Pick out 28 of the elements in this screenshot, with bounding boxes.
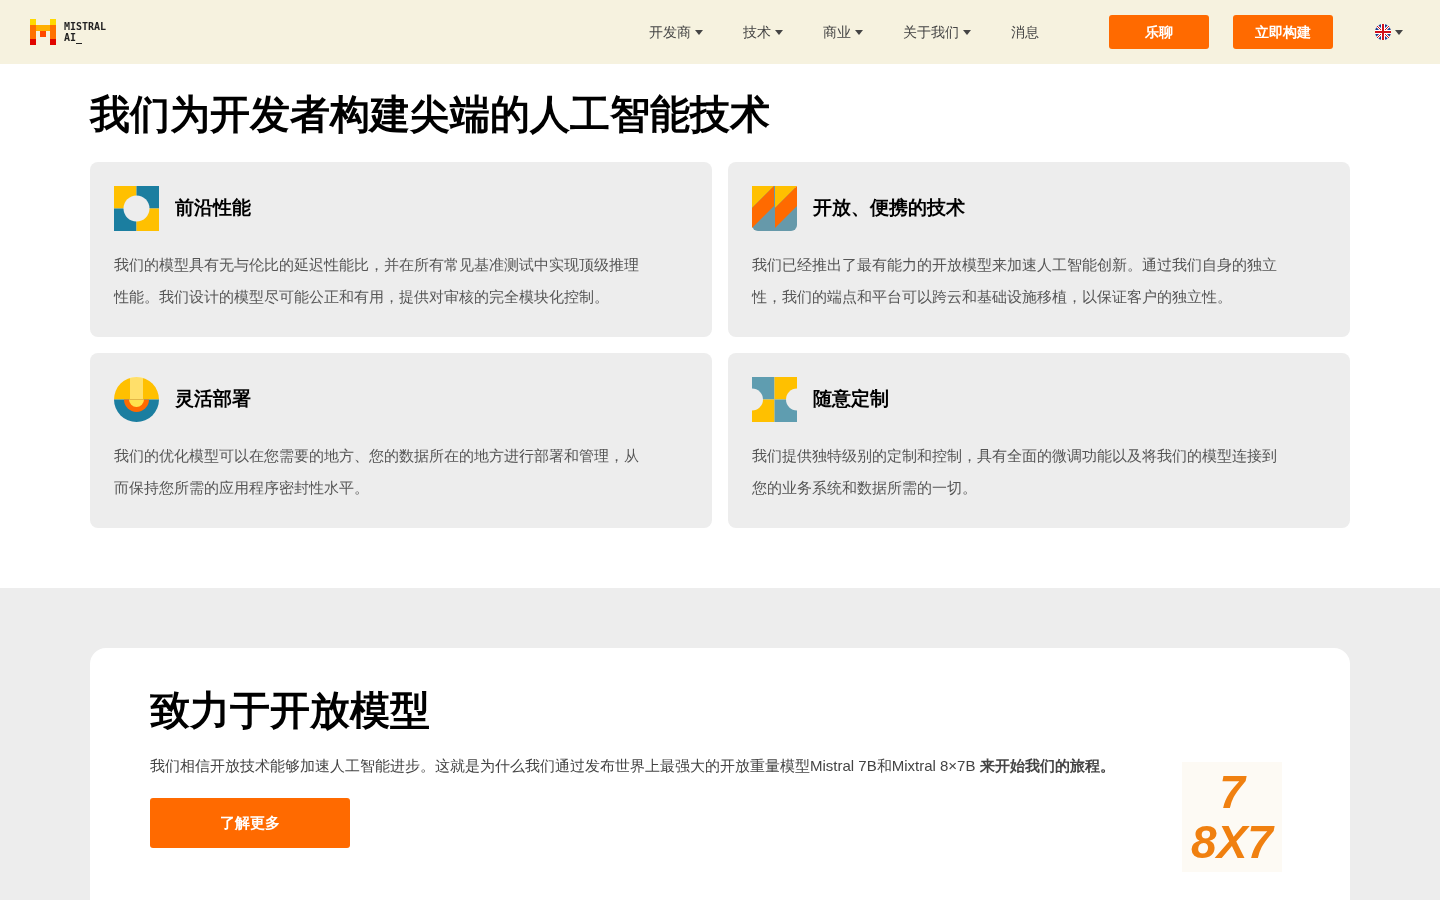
feature-title: 灵活部署 xyxy=(175,387,251,412)
feature-description: 我们的模型具有无与伦比的延迟性能比，并在所有常见基准测试中实现顶级推理性能。我们设计的模型尽可能公正和有用，提供对审核的完全模块化控制。 xyxy=(114,255,640,307)
graphic-text: 7 xyxy=(1219,767,1245,817)
page-heading: 我们为开发者构建尖端的人工智能技术 xyxy=(90,91,771,138)
feature-description: 我们提供独特级别的定制和控制，具有全面的微调功能以及将我们的模型连接到您的业务系统和数据所需的一切。 xyxy=(752,446,1278,498)
nav-link[interactable]: 消息 xyxy=(1011,21,1040,43)
logo-icon xyxy=(30,19,56,45)
sun-icon xyxy=(114,377,159,422)
nav-link[interactable]: 开发商 xyxy=(649,21,704,43)
halves-icon xyxy=(752,377,797,422)
graphic-text: 8X7 xyxy=(1191,817,1273,867)
feature-description: 我们已经推出了最有能力的开放模型来加速人工智能创新。通过我们自身的独立性，我们的端点和平台可以跨云和基础设施移植，以保证客户的独立性。 xyxy=(752,255,1278,307)
stripes-icon xyxy=(752,186,797,231)
language-selector[interactable] xyxy=(1375,24,1404,40)
flag-icon xyxy=(1375,24,1392,40)
feature-description: 我们的优化模型可以在您需要的地方、您的数据所在的地方进行部署和管理，从而保持您所需的应用程序密封性水平。 xyxy=(114,446,640,498)
nav-link[interactable]: 关于我们 xyxy=(903,21,972,43)
feature-title: 前沿性能 xyxy=(175,196,251,221)
ring-icon xyxy=(114,186,159,231)
nav-link[interactable]: 技术 xyxy=(743,21,784,43)
section-heading: 致力于开放模型 xyxy=(150,687,431,734)
logo-text: MISTRAL xyxy=(64,21,107,32)
feature-title: 开放、便携的技术 xyxy=(813,196,965,221)
section-description: 我们相信开放技术能够加速人工智能进步。这就是为什么我们通过发布世界上最强大的开放重量模型Mistral 7B和Mixtral 8×7B 来开始我们的旅程。 xyxy=(150,756,1116,776)
feature-title: 随意定制 xyxy=(813,387,889,412)
logo-text: AI_ xyxy=(64,32,84,43)
caret-icon xyxy=(1395,29,1404,35)
nav-link[interactable]: 商业 xyxy=(823,21,864,43)
